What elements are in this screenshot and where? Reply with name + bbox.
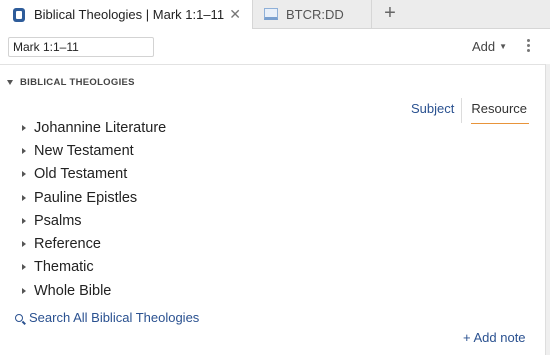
section-toggle[interactable]: BIBLICAL THEOLOGIES (7, 77, 135, 88)
search-all-link[interactable]: Search All Biblical Theologies (15, 310, 199, 325)
tree-item-label: Thematic (34, 259, 94, 276)
tree-item-label: New Testament (34, 142, 134, 159)
add-note-link[interactable]: + Add note (463, 330, 526, 345)
tab-label: BTCR:DD (286, 6, 344, 22)
scrollbar[interactable] (545, 64, 550, 355)
expand-triangle-icon[interactable] (22, 147, 26, 154)
tree-item[interactable]: Old Testament (20, 163, 166, 186)
expand-triangle-icon[interactable] (22, 124, 26, 131)
tree-item[interactable]: Psalms (20, 209, 166, 232)
expand-triangle-icon[interactable] (22, 264, 26, 271)
tree-item[interactable]: New Testament (20, 139, 166, 162)
expand-triangle-icon[interactable] (22, 241, 26, 248)
close-icon[interactable]: ✕ (229, 6, 241, 22)
expand-triangle-icon[interactable] (22, 194, 26, 201)
theology-tree: Johannine Literature New Testament Old T… (20, 116, 166, 302)
mode-toggle: Subject Resource (404, 98, 529, 124)
chevron-down-icon: ▼ (499, 42, 508, 51)
add-label: Add (472, 39, 496, 54)
tab-biblical-theologies[interactable]: Biblical Theologies | Mark 1:1–11 ✕ (0, 0, 253, 29)
expand-triangle-icon[interactable] (22, 217, 26, 224)
more-options-icon[interactable] (524, 37, 532, 57)
mode-subject-button[interactable]: Subject (404, 98, 463, 123)
expand-triangle-icon[interactable] (22, 287, 26, 294)
search-icon (15, 313, 23, 322)
tree-item-label: Pauline Epistles (34, 189, 138, 206)
tab-btcr-dd[interactable]: BTCR:DD (254, 0, 372, 28)
tree-item[interactable]: Thematic (20, 256, 166, 279)
tree-item-label: Old Testament (34, 166, 128, 183)
mode-resource-button[interactable]: Resource (462, 98, 529, 124)
tree-item[interactable]: Whole Bible (20, 279, 166, 302)
search-link-label: Search All Biblical Theologies (29, 310, 200, 325)
book-icon (264, 8, 278, 20)
tab-bar: Biblical Theologies | Mark 1:1–11 ✕ BTCR… (0, 0, 550, 29)
tab-label: Biblical Theologies | Mark 1:1–11 (34, 7, 225, 22)
tree-item-label: Johannine Literature (34, 119, 167, 136)
tree-item-label: Reference (34, 236, 101, 253)
reference-input[interactable] (8, 37, 154, 57)
tree-item-label: Psalms (34, 212, 82, 229)
tree-item[interactable]: Reference (20, 232, 166, 255)
expand-triangle-icon[interactable] (22, 171, 26, 178)
section-title: BIBLICAL THEOLOGIES (20, 77, 135, 88)
tree-item-label: Whole Bible (34, 282, 112, 299)
new-tab-button[interactable]: + (380, 2, 400, 24)
collapse-triangle-icon (7, 80, 13, 85)
add-button[interactable]: Add ▼ (472, 39, 507, 54)
tree-item[interactable]: Johannine Literature (20, 116, 166, 139)
biblical-theologies-icon (13, 7, 25, 22)
tree-item[interactable]: Pauline Epistles (20, 186, 166, 209)
panel-toolbar: Add ▼ (0, 29, 550, 65)
